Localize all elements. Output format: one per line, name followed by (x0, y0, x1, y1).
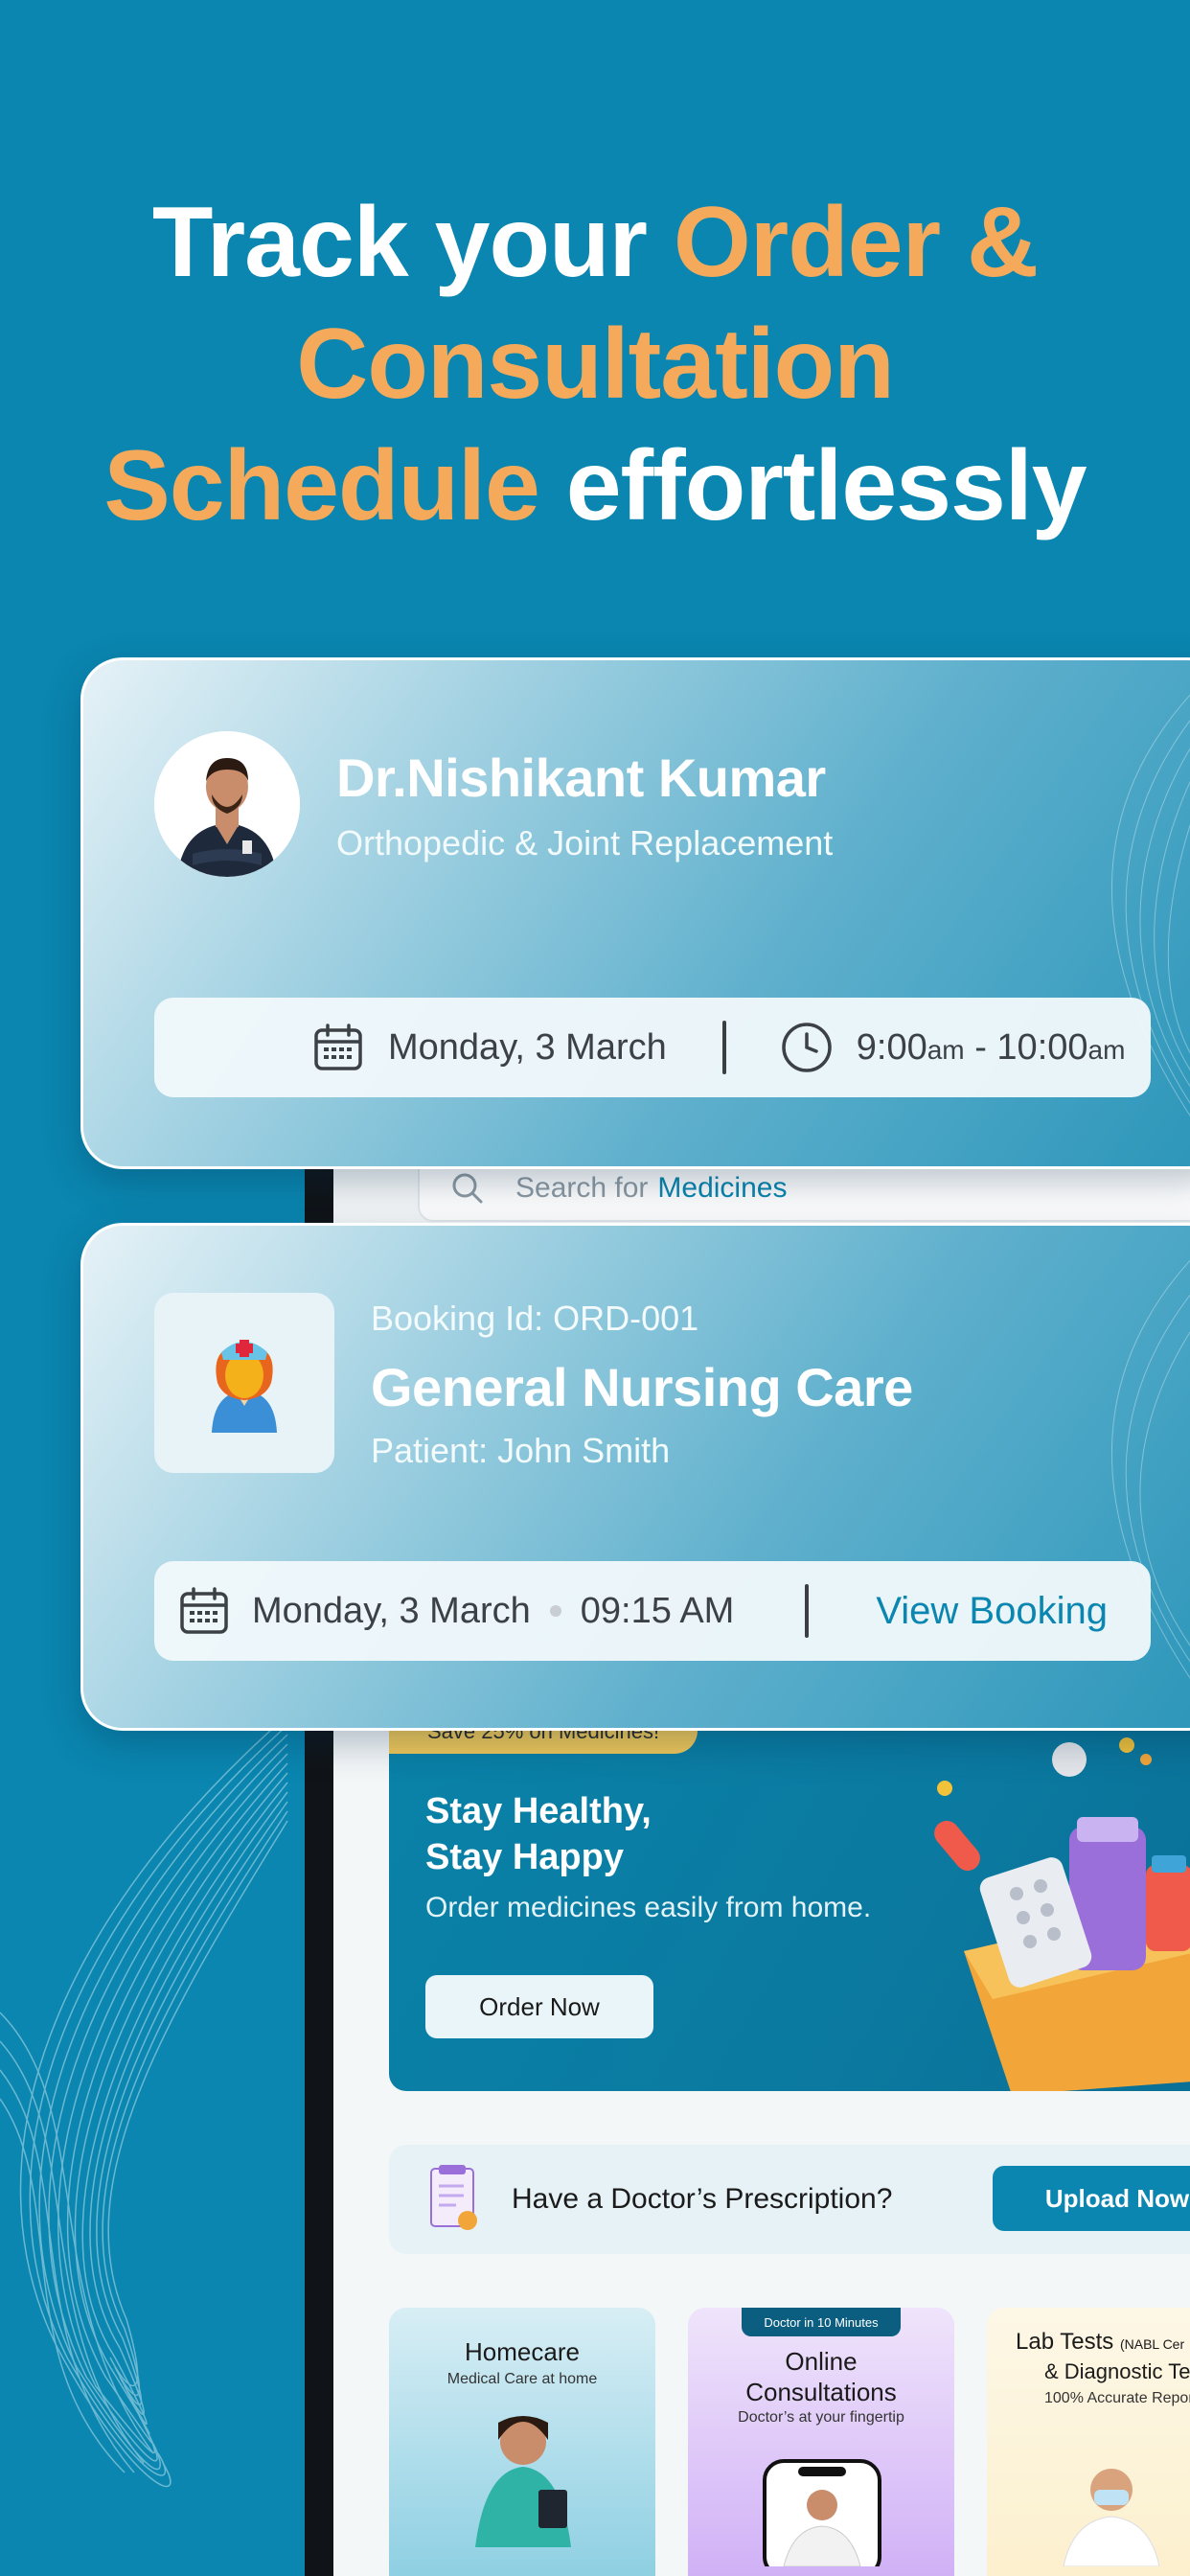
service-card-lab-tests[interactable]: Lab Tests (NABL Cer & Diagnostic Tes 100… (987, 2308, 1190, 2576)
divider (721, 1021, 726, 1074)
time-end: 10:00 (996, 1026, 1088, 1068)
prescription-icon (430, 2165, 477, 2230)
headline-part-5: effortlessly (538, 430, 1087, 541)
appointment-date: Monday, 3 March (388, 1026, 667, 1068)
promo-title: Stay Healthy, Stay Happy (425, 1791, 652, 1877)
search-placeholder: Search for (515, 1172, 649, 1204)
service-title-note: (NABL Cer (1119, 2336, 1185, 2352)
headline-accent-3: Schedule (103, 430, 539, 541)
booking-schedule: Monday, 3 March 09:15 AM View Booking (154, 1561, 1151, 1661)
booking-patient: Patient: John Smith (371, 1431, 671, 1470)
calendar-icon (314, 1024, 362, 1070)
upload-now-button[interactable]: Upload Now (993, 2166, 1190, 2231)
service-title: Homecare (465, 2337, 580, 2366)
prescription-text: Have a Doctor’s Prescription? (512, 2183, 893, 2215)
view-booking-link[interactable]: View Booking (876, 1590, 1108, 1633)
promo-subtitle: Order medicines easily from home. (425, 1892, 872, 1923)
headline-part-1: Track your (151, 187, 674, 298)
doctor-avatar (154, 731, 300, 877)
booking-id: Booking Id: ORD-001 (371, 1299, 699, 1338)
prescription-upload-bar: Have a Doctor’s Prescription? Upload Now (389, 2145, 1190, 2254)
lab-doctor-photo (1063, 2469, 1160, 2566)
service-title-line-2: & Diagnostic Tes (1044, 2359, 1190, 2383)
booking-card[interactable]: Booking Id: ORD-001 General Nursing Care… (80, 1223, 1190, 1731)
service-title: Online Consultations (745, 2347, 897, 2406)
time-end-suffix: am (1087, 1034, 1126, 1065)
time-start-suffix: am (927, 1034, 965, 1065)
search-icon (452, 1173, 483, 1204)
service-title-text: Lab Tests (1016, 2329, 1114, 2355)
doctor-photo (154, 731, 300, 877)
medicine-bag-illustration (934, 1737, 1190, 2091)
promo-banner[interactable]: Save 25% on Medicines! Stay Healthy, Sta… (389, 1712, 1190, 2091)
appointment-card[interactable]: Dr.Nishikant Kumar Orthopedic & Joint Re… (80, 657, 1190, 1169)
page-headline: Track your Order & Consultation Schedule… (0, 182, 1190, 547)
service-subtitle: Doctor’s at your fingertip (738, 2409, 904, 2426)
search-placeholder-highlight: Medicines (657, 1172, 788, 1204)
service-title: Lab Tests (NABL Cer (1016, 2327, 1190, 2359)
service-card-online-consultations[interactable]: Doctor in 10 Minutes Online Consultation… (688, 2308, 954, 2576)
booking-time: 09:15 AM (580, 1590, 735, 1631)
appointment-time: 9:00am - 10:00am (857, 1027, 1126, 1069)
doctor-phone-photo (763, 2459, 881, 2566)
service-subtitle: Medical Care at home (446, 2371, 598, 2387)
service-card-homecare[interactable]: Homecare Medical Care at home (389, 2308, 655, 2576)
doctor-name: Dr.Nishikant Kumar (336, 748, 826, 808)
doctor-specialty: Orthopedic & Joint Replacement (336, 823, 834, 862)
time-start: 9:00 (856, 1026, 927, 1068)
booking-date: Monday, 3 March (252, 1590, 531, 1631)
headline-accent-1: Order & (673, 187, 1039, 298)
time-separator: - (964, 1026, 997, 1068)
order-now-button[interactable]: Order Now (425, 1975, 653, 2038)
service-thumbnail (154, 1293, 334, 1473)
booking-service-name: General Nursing Care (371, 1357, 913, 1417)
headline-accent-2: Consultation (296, 309, 894, 420)
nurse-icon (212, 1340, 277, 1433)
clock-icon (782, 1023, 832, 1072)
dot-separator (549, 1605, 561, 1617)
service-subtitle: 100% Accurate Repor (1044, 2390, 1190, 2406)
appointment-schedule: Monday, 3 March 9:00am - 10:00am (154, 998, 1151, 1097)
divider (805, 1584, 810, 1638)
calendar-icon (180, 1587, 228, 1634)
nurse-photo (475, 2416, 571, 2547)
service-tag: Doctor in 10 Minutes (742, 2308, 901, 2336)
